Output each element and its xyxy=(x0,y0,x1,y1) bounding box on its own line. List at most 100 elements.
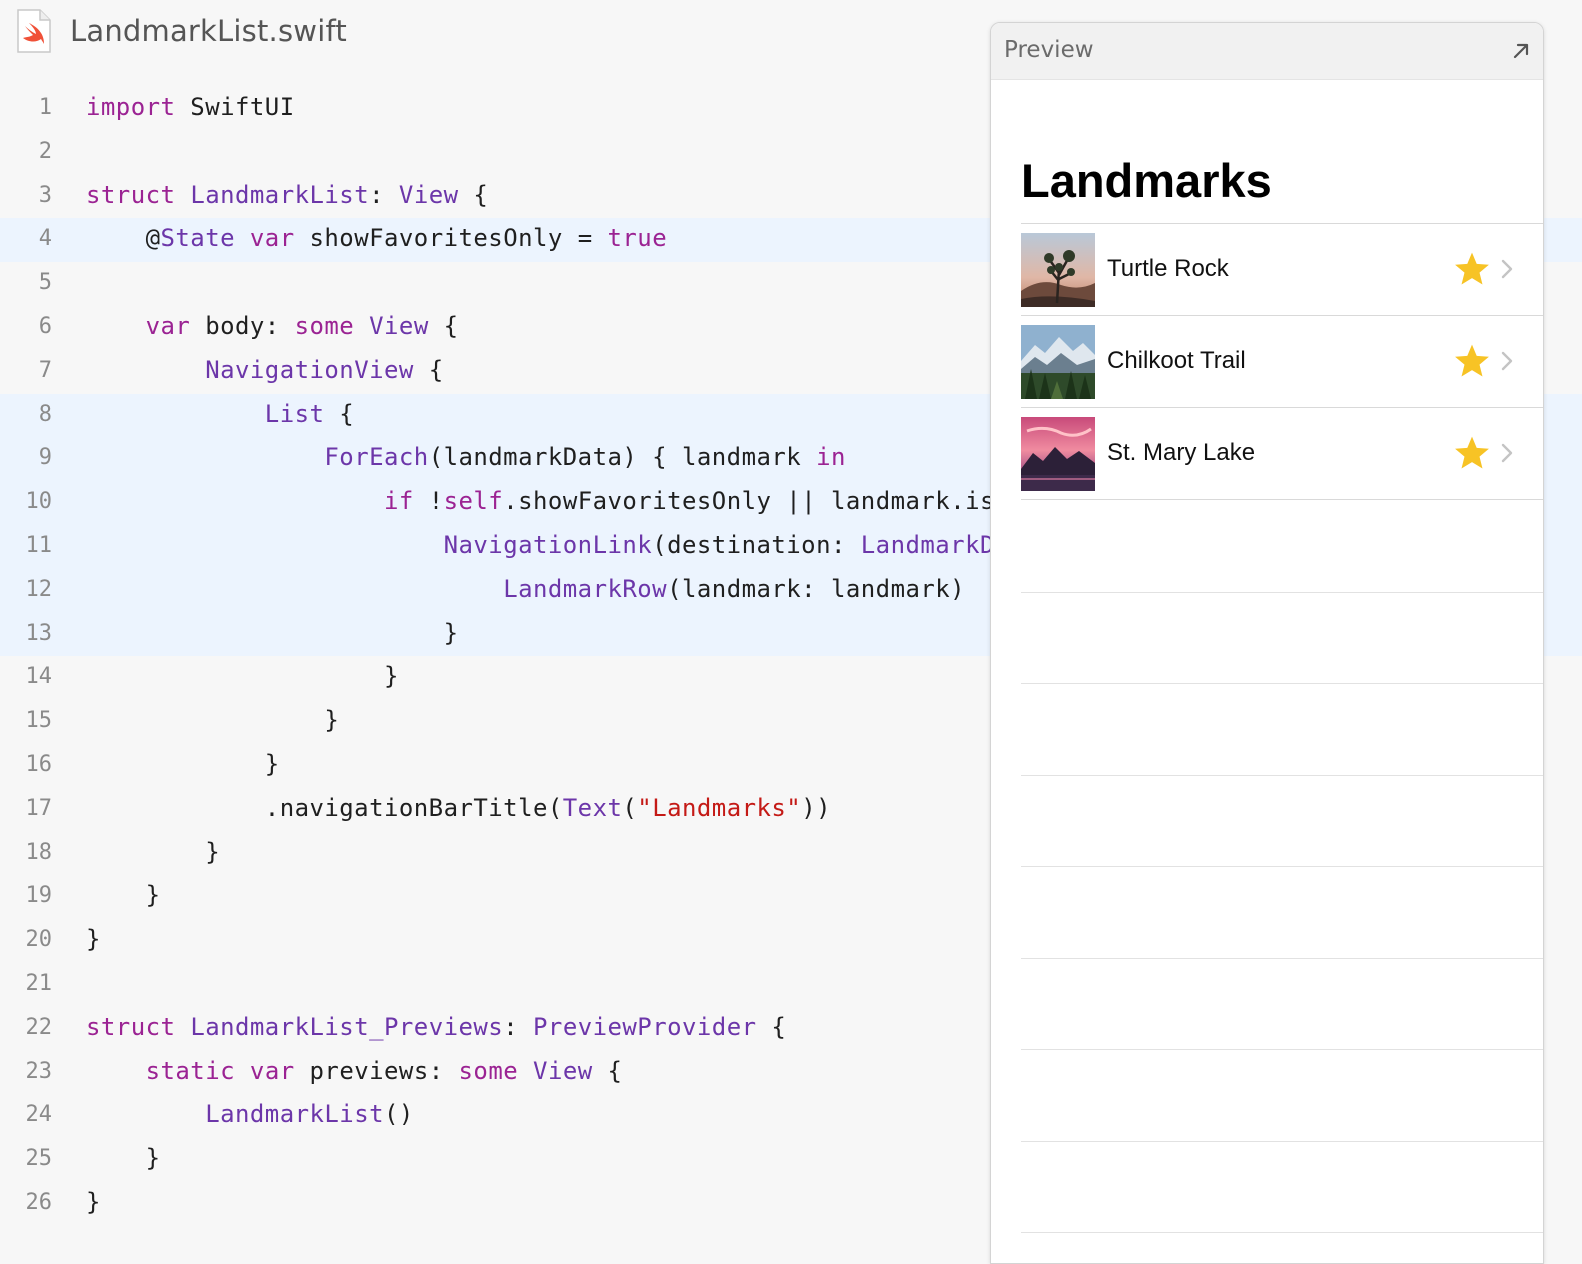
empty-row-separator xyxy=(1021,957,1543,959)
code-token: } xyxy=(86,881,161,910)
line-number: 26 xyxy=(25,1189,53,1215)
code-text[interactable]: NavigationLink(destination: LandmarkDe xyxy=(86,531,1010,559)
code-text[interactable]: LandmarkRow(landmark: landmark) xyxy=(86,575,965,603)
line-number: 1 xyxy=(38,95,52,120)
code-text[interactable]: @State var showFavoritesOnly = true xyxy=(86,224,667,252)
code-token: previews: xyxy=(294,1056,459,1085)
code-token: LandmarkList_Previews xyxy=(190,1012,504,1041)
code-token: .showFavoritesOnly || landmark.isF xyxy=(503,487,1010,516)
code-token: self xyxy=(443,487,504,516)
code-text[interactable]: LandmarkList() xyxy=(86,1100,414,1128)
code-text[interactable]: } xyxy=(86,706,339,734)
code-text[interactable]: List { xyxy=(86,400,354,428)
line-number: 23 xyxy=(25,1058,53,1084)
preview-title: Preview xyxy=(1004,37,1094,63)
code-token: ( xyxy=(622,793,638,822)
landmark-row-st-mary-lake[interactable]: St. Mary Lake xyxy=(1021,408,1543,500)
code-token: (destination: xyxy=(652,530,861,559)
code-token: showFavoritesOnly = xyxy=(294,224,608,253)
code-token: SwiftUI xyxy=(175,93,295,121)
file-name: LandmarkList.swift xyxy=(70,14,347,48)
code-text[interactable]: import SwiftUI xyxy=(86,93,295,121)
line-number: 10 xyxy=(25,489,53,515)
code-text[interactable]: NavigationView { xyxy=(86,356,444,384)
code-token: static xyxy=(145,1056,236,1085)
code-text[interactable]: } xyxy=(86,662,399,690)
code-text[interactable]: } xyxy=(86,881,161,909)
code-token: : xyxy=(369,180,399,209)
line-number: 25 xyxy=(25,1146,53,1172)
code-text[interactable]: } xyxy=(86,619,458,647)
landmark-row-chilkoot-trail[interactable]: Chilkoot Trail xyxy=(1021,316,1543,408)
code-text[interactable]: } xyxy=(86,838,220,866)
empty-row-separator xyxy=(1021,1049,1543,1050)
favorite-star-icon xyxy=(1455,252,1489,285)
code-token: View xyxy=(369,311,429,340)
code-token: LandmarkList xyxy=(205,1100,384,1129)
code-text[interactable]: static var previews: some View { xyxy=(86,1057,622,1085)
code-token: View xyxy=(398,180,459,209)
line-number: 21 xyxy=(25,970,53,996)
st-mary-lake-thumbnail xyxy=(1021,417,1095,491)
code-token: LandmarkDe xyxy=(860,530,1010,559)
code-token: NavigationView xyxy=(205,355,414,384)
code-text[interactable]: } xyxy=(86,1188,101,1216)
code-text[interactable]: } xyxy=(86,925,101,953)
landmark-name: Chilkoot Trail xyxy=(1107,347,1246,374)
code-token: .navigationBarTitle( xyxy=(86,793,563,822)
favorite-star-icon xyxy=(1455,344,1489,377)
code-token: { xyxy=(592,1056,623,1085)
code-token: { xyxy=(413,355,444,384)
chilkoot-trail-thumbnail xyxy=(1021,325,1095,399)
empty-row-separator xyxy=(1021,1232,1543,1233)
code-token: true xyxy=(607,224,668,253)
line-number: 12 xyxy=(25,576,53,602)
empty-row-separator xyxy=(1021,774,1543,776)
empty-row-separator xyxy=(1021,683,1543,684)
line-number: 11 xyxy=(25,532,53,558)
code-token: var xyxy=(249,224,295,253)
code-text[interactable]: struct LandmarkList: View { xyxy=(86,181,488,209)
code-token: @ xyxy=(86,224,161,253)
code-token: LandmarkList xyxy=(190,180,370,209)
code-token: () xyxy=(384,1100,414,1129)
code-token: if xyxy=(383,487,414,516)
code-text[interactable]: .navigationBarTitle(Text("Landmarks")) xyxy=(86,794,831,822)
code-text[interactable]: } xyxy=(86,1144,161,1172)
code-token: (landmarkData) { landmark xyxy=(428,443,817,472)
line-number: 13 xyxy=(25,620,53,646)
code-token: { xyxy=(324,399,355,428)
code-text[interactable]: struct LandmarkList_Previews: PreviewPro… xyxy=(86,1013,786,1041)
code-text[interactable]: } xyxy=(86,750,280,778)
favorite-star-icon xyxy=(1455,436,1489,469)
empty-row-separator xyxy=(1021,591,1543,593)
code-token: struct xyxy=(86,180,176,209)
code-token: some xyxy=(294,311,355,340)
code-token: NavigationLink xyxy=(443,530,653,559)
code-token: { xyxy=(756,1012,787,1041)
line-number: 9 xyxy=(38,445,52,471)
code-token: State xyxy=(160,224,235,253)
file-header: LandmarkList.swift xyxy=(0,0,990,66)
code-text[interactable]: if !self.showFavoritesOnly || landmark.i… xyxy=(86,487,1010,515)
empty-row-separator xyxy=(1021,1140,1543,1142)
code-token: LandmarkRow xyxy=(503,574,668,603)
preview-header: Preview xyxy=(991,23,1543,80)
line-number: 5 xyxy=(38,270,52,296)
code-text[interactable]: ForEach(landmarkData) { landmark in xyxy=(86,443,846,471)
code-token: } xyxy=(86,662,399,691)
landmark-row-turtle-rock[interactable]: Turtle Rock xyxy=(1021,224,1543,316)
expand-arrow-icon[interactable] xyxy=(1509,39,1533,63)
code-text[interactable]: var body: some View { xyxy=(86,312,459,340)
